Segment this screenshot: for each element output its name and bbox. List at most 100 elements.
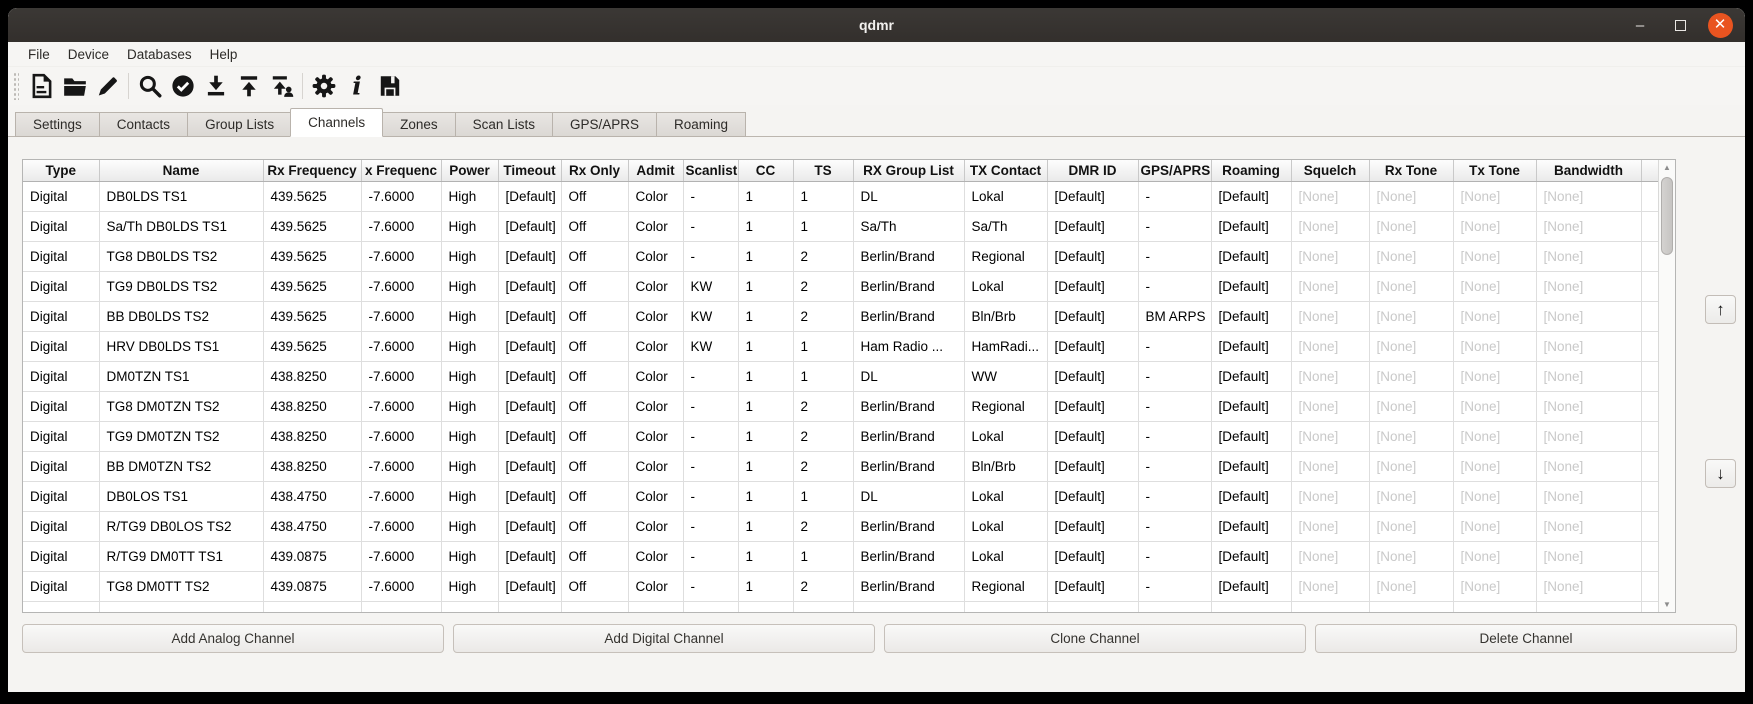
channel-cell[interactable]: - — [1138, 541, 1211, 571]
channel-cell[interactable]: High — [441, 541, 498, 571]
column-header-scanlist[interactable]: Scanlist — [683, 160, 738, 181]
channel-cell[interactable]: Color — [628, 451, 683, 481]
channel-cell[interactable]: Sa/Th DB0LDS TS1 — [99, 211, 263, 241]
channel-cell[interactable]: BB DM0TZN TS2 — [99, 451, 263, 481]
channel-cell[interactable]: 439.5625 — [263, 301, 361, 331]
channel-cell[interactable]: TG8 DM0TZN TS2 — [99, 391, 263, 421]
channel-cell[interactable]: [Default] — [1211, 211, 1291, 241]
channel-row[interactable]: DigitalR/TG9 DM0TT TS1439.0875-7.6000Hig… — [23, 541, 1658, 571]
channel-cell[interactable]: DB0LOS TS1 — [99, 481, 263, 511]
channel-cell[interactable]: Color — [628, 301, 683, 331]
channel-cell[interactable]: Off — [561, 361, 628, 391]
channel-cell[interactable]: 1 — [793, 361, 853, 391]
channel-row[interactable]: DigitalTG8 DM0TT TS2439.0875-7.6000High[… — [23, 571, 1658, 601]
channel-cell[interactable]: [Default] — [1211, 361, 1291, 391]
channel-cell[interactable]: [None] — [1291, 451, 1369, 481]
channel-cell[interactable]: [None] — [1369, 331, 1453, 361]
channel-cell[interactable]: 1 — [738, 331, 793, 361]
channel-cell[interactable]: Off — [561, 421, 628, 451]
verify-button[interactable] — [166, 70, 199, 102]
scroll-up-arrow-icon[interactable]: ▲ — [1659, 160, 1675, 175]
channel-cell[interactable]: [None] — [1536, 241, 1641, 271]
channel-row[interactable]: DigitalTG9 DM0TZN TS2438.8250-7.6000High… — [23, 421, 1658, 451]
column-header-x-frequenc[interactable]: x Frequenc — [361, 160, 441, 181]
channel-cell[interactable]: [None] — [1453, 301, 1536, 331]
channel-cell[interactable]: TG9 DM0TZN TS2 — [99, 421, 263, 451]
channel-cell[interactable]: - — [1138, 361, 1211, 391]
channel-cell[interactable]: 1 — [738, 181, 793, 211]
channel-cell[interactable]: -7.6000 — [361, 511, 441, 541]
channel-cell[interactable]: [Default] — [498, 421, 561, 451]
channel-cell[interactable]: 1 — [738, 211, 793, 241]
channel-cell[interactable]: - — [683, 391, 738, 421]
channel-cell[interactable]: [None] — [1369, 511, 1453, 541]
menu-help[interactable]: Help — [201, 44, 247, 65]
channel-cell[interactable]: 1 — [738, 541, 793, 571]
download-codeplug-button[interactable] — [199, 70, 232, 102]
channel-cell[interactable]: [None] — [1369, 301, 1453, 331]
channel-cell[interactable]: - — [1138, 331, 1211, 361]
channel-cell[interactable]: [None] — [1369, 481, 1453, 511]
channel-cell[interactable]: [None] — [1536, 481, 1641, 511]
channel-cell[interactable]: BB DB0LDS TS2 — [99, 301, 263, 331]
channel-cell[interactable]: [Default] — [1047, 211, 1138, 241]
channel-cell[interactable]: High — [441, 571, 498, 601]
channel-cell[interactable]: -7.6000 — [361, 451, 441, 481]
channel-cell[interactable]: Color — [628, 571, 683, 601]
channel-cell[interactable]: [Default] — [1047, 241, 1138, 271]
channel-cell[interactable]: Off — [561, 481, 628, 511]
channel-cell[interactable]: - — [1138, 511, 1211, 541]
menu-device[interactable]: Device — [59, 44, 118, 65]
channel-cell[interactable]: [None] — [1291, 481, 1369, 511]
channel-cell[interactable]: Off — [561, 391, 628, 421]
channel-cell[interactable]: [Default] — [1047, 361, 1138, 391]
channel-cell[interactable]: Color — [628, 541, 683, 571]
channel-cell[interactable]: Lokal — [964, 481, 1047, 511]
channel-cell[interactable]: 1 — [738, 361, 793, 391]
channel-row[interactable]: DigitalDB0LDS TS1439.5625-7.6000High[Def… — [23, 181, 1658, 211]
maximize-button[interactable] — [1663, 8, 1697, 42]
channel-cell[interactable]: [Default] — [1047, 571, 1138, 601]
channel-cell[interactable]: [None] — [1453, 241, 1536, 271]
channel-cell[interactable]: Berlin/Brand — [853, 301, 964, 331]
channel-cell[interactable]: [None] — [1291, 361, 1369, 391]
channel-row[interactable]: DigitalDM0TZN TS1438.8250-7.6000High[Def… — [23, 361, 1658, 391]
channel-cell[interactable]: 1 — [793, 481, 853, 511]
channel-cell[interactable]: -7.6000 — [361, 301, 441, 331]
channel-cell[interactable]: 438.8250 — [263, 361, 361, 391]
channel-cell[interactable]: Color — [628, 211, 683, 241]
channel-cell[interactable]: [Default] — [1047, 391, 1138, 421]
channel-cell[interactable]: [Default] — [1211, 301, 1291, 331]
channel-cell[interactable]: - — [683, 361, 738, 391]
channel-cell[interactable]: 439.5625 — [263, 181, 361, 211]
channel-cell[interactable]: -7.6000 — [361, 361, 441, 391]
about-button[interactable]: i — [340, 70, 373, 102]
save-button[interactable] — [373, 70, 406, 102]
channel-cell[interactable]: -7.6000 — [361, 541, 441, 571]
channel-cell[interactable]: [None] — [1536, 271, 1641, 301]
channel-cell[interactable]: 1 — [738, 271, 793, 301]
channel-cell[interactable]: Bln/Brb — [964, 451, 1047, 481]
channel-cell[interactable]: High — [441, 211, 498, 241]
scroll-down-arrow-icon[interactable]: ▼ — [1659, 597, 1675, 612]
channel-row[interactable]: DigitalTG8 DB0LDS TS2439.5625-7.6000High… — [23, 241, 1658, 271]
scrollbar-thumb[interactable] — [1661, 177, 1673, 255]
channel-cell[interactable]: [Default] — [1211, 391, 1291, 421]
tab-scan-lists[interactable]: Scan Lists — [455, 112, 552, 137]
channel-cell[interactable]: 438.8250 — [263, 391, 361, 421]
channel-cell[interactable]: Bln/Brb — [964, 301, 1047, 331]
channel-cell[interactable]: HamRadi... — [964, 331, 1047, 361]
column-header-power[interactable]: Power — [441, 160, 498, 181]
channel-cell[interactable]: - — [1138, 241, 1211, 271]
channel-cell[interactable]: Off — [561, 211, 628, 241]
channel-cell[interactable]: High — [441, 481, 498, 511]
delete-channel-button[interactable]: Delete Channel — [1315, 624, 1737, 653]
channel-cell[interactable]: High — [441, 181, 498, 211]
channel-cell[interactable]: Lokal — [964, 421, 1047, 451]
channel-cell[interactable]: [None] — [1536, 331, 1641, 361]
column-header-squelch[interactable]: Squelch — [1291, 160, 1369, 181]
channel-cell[interactable]: Off — [561, 541, 628, 571]
upload-codeplug-button[interactable] — [232, 70, 265, 102]
channel-cell[interactable]: 1 — [793, 211, 853, 241]
channel-cell[interactable]: 2 — [793, 451, 853, 481]
